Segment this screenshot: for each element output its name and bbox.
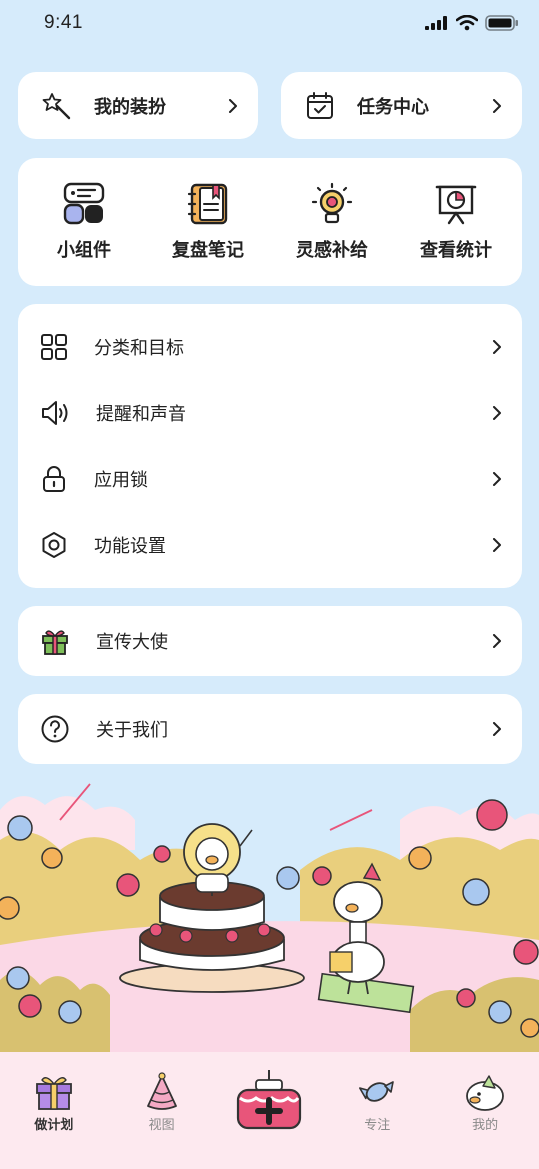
about-label: 关于我们	[96, 720, 168, 741]
grid-icon	[41, 334, 67, 360]
tab-view[interactable]: 视图	[122, 1072, 202, 1133]
ambassador-label: 宣传大使	[96, 632, 168, 653]
my-outfit-card[interactable]: 我的装扮	[18, 72, 258, 139]
speaker-icon	[42, 401, 68, 425]
menu-item-label: 功能设置	[94, 536, 166, 557]
menu-item-label: 应用锁	[94, 470, 148, 491]
lock-icon	[43, 466, 65, 492]
status-time: 9:41	[44, 12, 83, 33]
candy-icon	[359, 1081, 395, 1102]
menu-item-app-lock[interactable]: 应用锁	[18, 446, 522, 512]
chevron-right-icon	[493, 634, 501, 648]
party-hat-icon	[146, 1072, 177, 1110]
chart-board-icon	[435, 185, 477, 225]
wifi-icon	[456, 15, 478, 31]
duck-avatar-icon	[466, 1075, 504, 1111]
magic-wand-icon	[42, 92, 71, 119]
notebook-icon	[187, 183, 228, 225]
about-card[interactable]: 关于我们	[18, 694, 522, 764]
menu-item-label: 提醒和声音	[96, 404, 186, 425]
menu-item-reminders[interactable]: 提醒和声音	[18, 380, 522, 446]
gift-box-icon	[35, 1077, 72, 1110]
question-icon	[41, 715, 69, 743]
task-center-card[interactable]: 任务中心	[281, 72, 522, 139]
gift-icon	[42, 630, 68, 655]
widget-label: 小组件	[57, 240, 111, 261]
menu-item-categories[interactable]: 分类和目标	[18, 314, 522, 380]
menu-item-about[interactable]: 关于我们	[18, 694, 522, 764]
my-outfit-label: 我的装扮	[94, 96, 166, 118]
lightbulb-icon	[311, 182, 353, 224]
menu-item-features[interactable]: 功能设置	[18, 512, 522, 578]
statistics-label: 查看统计	[420, 240, 492, 261]
tab-label: 视图	[148, 1118, 175, 1133]
status-bar: 9:41	[0, 0, 539, 46]
chevron-right-icon	[493, 722, 501, 736]
review-notes-item[interactable]: 复盘笔记	[148, 182, 268, 262]
birthday-party-illustration	[0, 783, 539, 1055]
tab-label: 做计划	[34, 1118, 74, 1133]
widget-item[interactable]: 小组件	[24, 182, 144, 262]
chevron-right-icon	[493, 406, 501, 420]
menu-item-ambassador[interactable]: 宣传大使	[18, 606, 522, 676]
statistics-item[interactable]: 查看统计	[396, 182, 516, 262]
widget-icon	[63, 182, 105, 225]
ambassador-card[interactable]: 宣传大使	[18, 606, 522, 676]
chevron-right-icon	[229, 98, 237, 113]
cake-add-icon	[237, 1070, 302, 1130]
tab-plan[interactable]: 做计划	[14, 1072, 94, 1133]
chevron-right-icon	[493, 340, 501, 354]
tools-grid: 小组件 复盘笔记 灵感补给 查看统计	[18, 158, 522, 286]
review-notes-label: 复盘笔记	[172, 240, 244, 261]
tab-label: 专注	[364, 1118, 391, 1133]
chevron-right-icon	[493, 472, 501, 486]
inspiration-label: 灵感补给	[296, 240, 368, 261]
inspiration-item[interactable]: 灵感补给	[272, 182, 392, 262]
task-center-label: 任务中心	[357, 96, 429, 118]
settings-menu: 分类和目标 提醒和声音 应用锁 功能设置	[18, 304, 522, 588]
hexagon-settings-icon	[42, 532, 66, 558]
signal-icon	[425, 16, 447, 30]
menu-item-label: 分类和目标	[94, 338, 184, 359]
tab-mine[interactable]: 我的	[445, 1072, 525, 1133]
tab-focus[interactable]: 专注	[337, 1072, 417, 1133]
chevron-right-icon	[493, 538, 501, 552]
tab-label: 我的	[472, 1118, 499, 1133]
calendar-check-icon	[307, 91, 333, 119]
battery-icon	[485, 15, 518, 31]
tab-bar: 做计划 视图 专注 我的	[0, 1052, 539, 1169]
chevron-right-icon	[493, 98, 501, 113]
tab-add[interactable]	[229, 1068, 309, 1134]
